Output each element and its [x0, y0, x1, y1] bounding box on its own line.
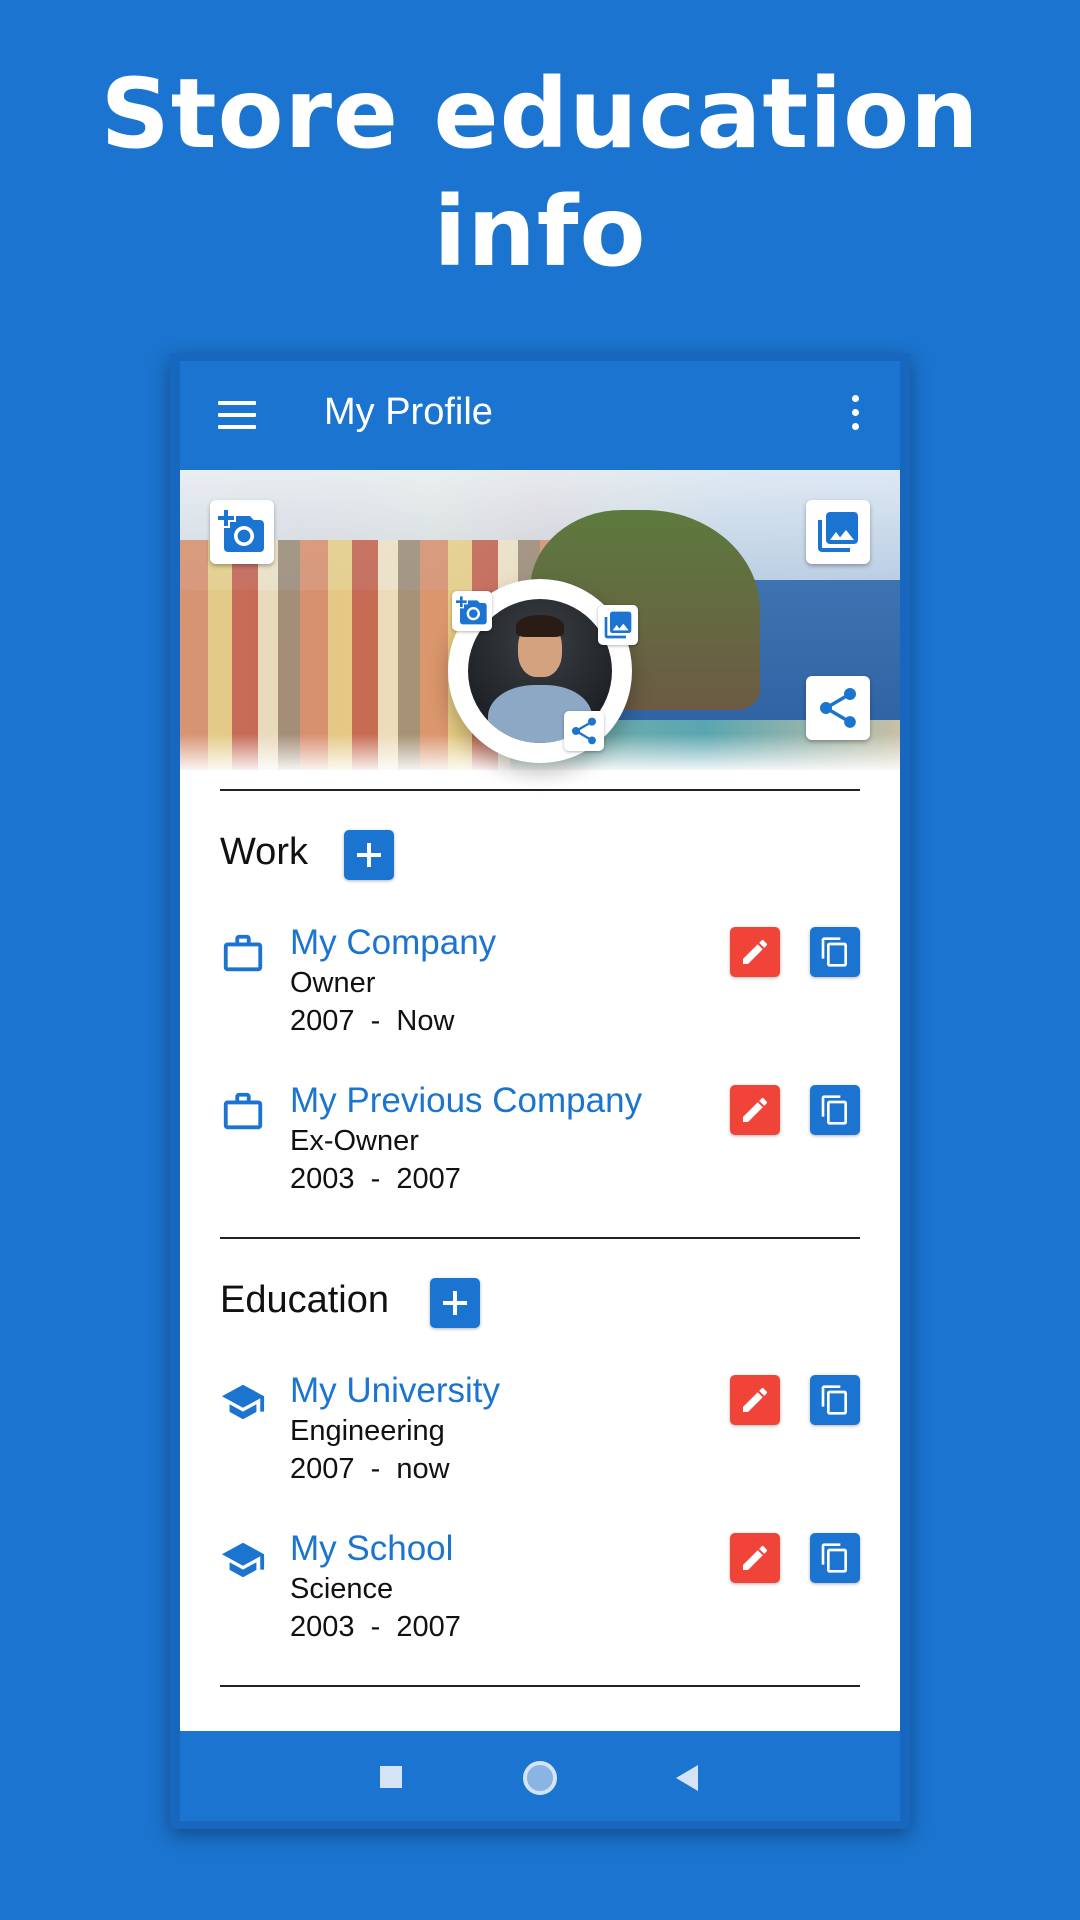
headline: Store education info [0, 55, 1080, 291]
education-field: Science [290, 1573, 394, 1605]
app-screen: My Profile Work My Company Owner 2007 - … [180, 361, 900, 1821]
work-entry: My Previous Company Ex-Owner 2003 - 2007 [180, 1081, 900, 1201]
education-entry: My University Engineering 2007 - now [180, 1371, 900, 1491]
pencil-icon [743, 1545, 768, 1570]
pencil-icon [743, 1097, 768, 1122]
graduation-cap-icon [221, 1542, 265, 1578]
cover-add-photo-button[interactable] [210, 500, 274, 564]
edit-button[interactable] [730, 1085, 780, 1135]
copy-button[interactable] [810, 927, 860, 977]
avatar-add-photo-button[interactable] [452, 591, 492, 631]
education-entry: My School Science 2003 - 2007 [180, 1529, 900, 1649]
divider [220, 1237, 860, 1239]
page-title: My Profile [324, 391, 493, 433]
education-name[interactable]: My University [290, 1371, 500, 1411]
copy-button[interactable] [810, 1375, 860, 1425]
edit-button[interactable] [730, 927, 780, 977]
avatar-gallery-button[interactable] [598, 605, 638, 645]
pencil-icon [743, 939, 768, 964]
pencil-icon [743, 1387, 768, 1412]
more-vert-icon[interactable] [850, 395, 860, 435]
education-dates: 2007 - now [290, 1453, 450, 1485]
work-dates: 2007 - Now [290, 1005, 455, 1037]
add-work-button[interactable] [344, 830, 394, 880]
app-bar: My Profile [180, 361, 900, 470]
graduation-cap-icon [221, 1384, 265, 1420]
work-role: Ex-Owner [290, 1125, 419, 1157]
work-role: Owner [290, 967, 376, 999]
divider [220, 1685, 860, 1687]
phone-frame: My Profile Work My Company Owner 2007 - … [170, 353, 910, 1829]
copy-icon [821, 937, 847, 967]
headline-line-2: info [433, 176, 647, 288]
add-photo-icon [456, 596, 487, 625]
copy-button[interactable] [810, 1085, 860, 1135]
add-education-button[interactable] [430, 1278, 480, 1328]
add-photo-icon [218, 510, 264, 552]
education-name[interactable]: My School [290, 1529, 453, 1569]
education-dates: 2003 - 2007 [290, 1611, 461, 1643]
briefcase-icon [223, 1092, 263, 1130]
copy-button[interactable] [810, 1533, 860, 1583]
work-entry: My Company Owner 2007 - Now [180, 923, 900, 1043]
home-button[interactable] [523, 1761, 557, 1795]
headline-line-1: Store education [100, 58, 980, 170]
copy-icon [821, 1543, 847, 1573]
gallery-icon [818, 512, 858, 552]
cover-share-button[interactable] [806, 676, 870, 740]
work-dates: 2003 - 2007 [290, 1163, 461, 1195]
cover-gallery-button[interactable] [806, 500, 870, 564]
system-nav-bar [180, 1731, 900, 1821]
work-name[interactable]: My Company [290, 923, 496, 963]
edit-button[interactable] [730, 1375, 780, 1425]
avatar-share-button[interactable] [564, 711, 604, 751]
gallery-icon [604, 611, 632, 639]
work-name[interactable]: My Previous Company [290, 1081, 642, 1121]
briefcase-icon [223, 934, 263, 972]
back-button[interactable] [676, 1765, 698, 1791]
share-icon [572, 717, 596, 745]
copy-icon [821, 1095, 847, 1125]
menu-icon[interactable] [218, 401, 256, 431]
share-icon [820, 688, 856, 728]
work-section-title: Work [220, 831, 308, 873]
copy-icon [821, 1385, 847, 1415]
divider [220, 789, 860, 791]
education-field: Engineering [290, 1415, 445, 1447]
education-section-title: Education [220, 1279, 390, 1321]
edit-button[interactable] [730, 1533, 780, 1583]
recents-button[interactable] [380, 1766, 402, 1788]
